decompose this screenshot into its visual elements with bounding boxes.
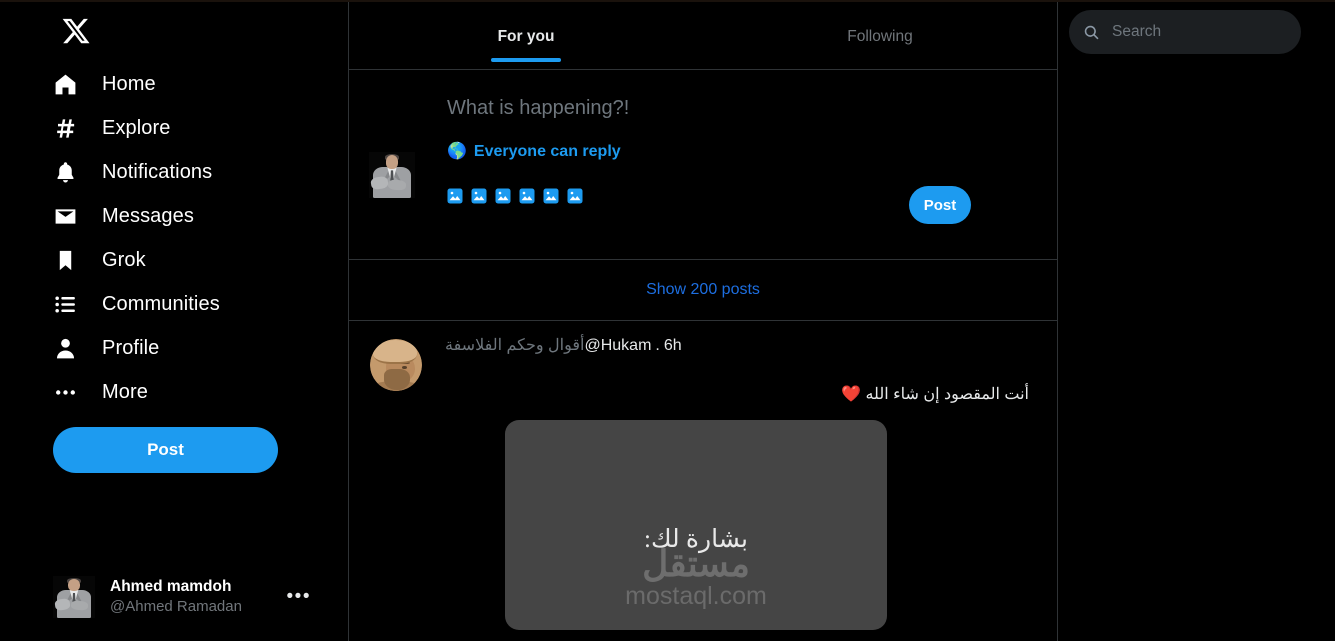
composer-tool-row bbox=[447, 188, 583, 204]
sidebar-nav-list: Home Explore Notifications Messages Grok… bbox=[53, 62, 348, 414]
x-app-window: Home Explore Notifications Messages Grok… bbox=[0, 0, 1335, 641]
sidebar-item-more[interactable]: More bbox=[53, 370, 348, 414]
primary-sidebar: Home Explore Notifications Messages Grok… bbox=[0, 0, 348, 641]
sidebar-item-label: Profile bbox=[102, 336, 160, 359]
home-icon bbox=[53, 72, 93, 97]
right-sidebar: Search bbox=[1058, 0, 1335, 641]
post-body-text: أنت المقصود إن شاء الله ❤️ bbox=[841, 386, 1029, 403]
list-icon bbox=[53, 292, 93, 317]
post-content: أقوال وحكم الفلاسفة @Hukam . 6h أنت المق… bbox=[445, 335, 1041, 630]
sidebar-item-label: Home bbox=[102, 72, 156, 95]
sidebar-item-label: Messages bbox=[102, 204, 194, 227]
audience-label: Everyone can reply bbox=[473, 143, 621, 160]
search-input[interactable]: Search bbox=[1069, 10, 1301, 54]
show-new-posts-button[interactable]: Show 200 posts bbox=[349, 260, 1057, 321]
tab-following[interactable]: Following bbox=[703, 0, 1057, 70]
sidebar-item-explore[interactable]: Explore bbox=[53, 106, 348, 150]
media-location-icon[interactable] bbox=[567, 188, 583, 204]
show-new-posts-label: Show 200 posts bbox=[646, 281, 760, 298]
sidebar-item-label: More bbox=[102, 380, 148, 403]
watermark-latin-text: mostaql.com bbox=[625, 582, 767, 610]
composer-avatar bbox=[369, 152, 415, 198]
hash-icon bbox=[53, 116, 93, 141]
post-author-avatar[interactable] bbox=[370, 339, 422, 391]
tab-label: Following bbox=[847, 28, 913, 45]
sidebar-item-notifications[interactable]: Notifications bbox=[53, 150, 348, 194]
ellipsis-icon bbox=[53, 380, 93, 405]
sidebar-item-grok[interactable]: Grok bbox=[53, 238, 348, 282]
media-gif-icon[interactable] bbox=[471, 188, 487, 204]
envelope-icon bbox=[53, 204, 93, 229]
post-header-separator: . bbox=[655, 337, 660, 354]
sidebar-item-label: Communities bbox=[102, 292, 220, 315]
account-handle: @Ahmed Ramadan bbox=[110, 598, 242, 615]
person-icon bbox=[53, 336, 93, 361]
search-placeholder: Search bbox=[1112, 23, 1162, 40]
sidebar-item-label: Explore bbox=[102, 116, 171, 139]
avatar bbox=[53, 576, 95, 618]
post-author-handle[interactable]: @Hukam bbox=[584, 335, 651, 357]
bookmark-icon bbox=[53, 248, 93, 273]
sidebar-item-communities[interactable]: Communities bbox=[53, 282, 348, 326]
post-media-image[interactable]: بشارة لك: مستقل mostaql.com bbox=[505, 420, 887, 630]
tab-for-you[interactable]: For you bbox=[349, 0, 703, 70]
media-image-icon[interactable] bbox=[447, 188, 463, 204]
media-emoji-icon[interactable] bbox=[519, 188, 535, 204]
sidebar-post-button[interactable]: Post bbox=[53, 427, 278, 473]
timeline-post: أقوال وحكم الفلاسفة @Hukam . 6h أنت المق… bbox=[349, 321, 1057, 630]
window-top-edge bbox=[0, 0, 1335, 2]
sidebar-item-label: Grok bbox=[102, 248, 146, 271]
account-more-icon[interactable]: ••• bbox=[287, 587, 315, 606]
search-icon bbox=[1083, 24, 1100, 41]
post-author-name[interactable]: أقوال وحكم الفلاسفة bbox=[445, 335, 584, 357]
bell-icon bbox=[53, 160, 93, 185]
post-composer: What is happening?! 🌎 Everyone can reply bbox=[349, 70, 1057, 260]
globe-icon: 🌎 bbox=[447, 143, 467, 160]
composer-post-button[interactable]: Post bbox=[909, 186, 971, 224]
sidebar-item-messages[interactable]: Messages bbox=[53, 194, 348, 238]
tab-active-indicator bbox=[845, 58, 915, 62]
tab-active-indicator bbox=[491, 58, 561, 62]
media-schedule-icon[interactable] bbox=[543, 188, 559, 204]
composer-text-input[interactable]: What is happening?! bbox=[447, 95, 1041, 121]
x-logo-icon[interactable] bbox=[53, 8, 99, 54]
media-poll-icon[interactable] bbox=[495, 188, 511, 204]
account-switcher[interactable]: Ahmed mamdoh @Ahmed Ramadan ••• bbox=[53, 566, 315, 628]
post-timestamp[interactable]: 6h bbox=[664, 335, 682, 357]
account-names: Ahmed mamdoh @Ahmed Ramadan bbox=[110, 577, 287, 617]
tab-label: For you bbox=[497, 28, 555, 45]
audience-selector[interactable]: 🌎 Everyone can reply bbox=[447, 143, 1041, 161]
account-display-name: Ahmed mamdoh bbox=[110, 578, 232, 595]
sidebar-item-profile[interactable]: Profile bbox=[53, 326, 348, 370]
sidebar-item-home[interactable]: Home bbox=[53, 62, 348, 106]
sidebar-item-label: Notifications bbox=[102, 160, 213, 183]
post-header: أقوال وحكم الفلاسفة @Hukam . 6h bbox=[445, 335, 1031, 357]
feed-tabs: For you Following bbox=[349, 0, 1057, 70]
post-media-caption: بشارة لك: bbox=[644, 526, 748, 553]
timeline-column: For you Following What is happening?! 🌎 … bbox=[348, 0, 1058, 641]
